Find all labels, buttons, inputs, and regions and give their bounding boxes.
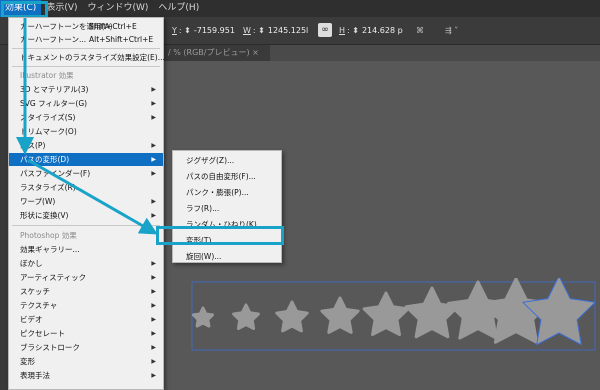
- transform-icon[interactable]: ⌘: [416, 26, 424, 35]
- menu-effect[interactable]: 効果(C): [0, 0, 42, 17]
- menu-item-pixelate[interactable]: ピクセレート ▶: [9, 327, 163, 340]
- chevron-right-icon: ▶: [151, 302, 156, 309]
- menu-item-apply-last-effect[interactable]: カーハーフトーンを適用(A) Shift+Ctrl+E: [9, 20, 163, 33]
- menu-item-convert-to-shape[interactable]: 形状に変換(V) ▶: [9, 209, 163, 222]
- stepper-icon[interactable]: ⬍: [184, 26, 191, 35]
- menu-bar: 効果(C) 表示(V) ウィンドウ(W) ヘルプ(H): [0, 0, 600, 17]
- chevron-right-icon: ▶: [151, 100, 156, 107]
- photoshop-effects-header: Photoshop 効果: [20, 231, 77, 240]
- chevron-right-icon: ▶: [151, 114, 156, 121]
- menu-item-distort-transform[interactable]: パスの変形(D) ▶: [9, 153, 163, 166]
- menu-item-effect-gallery[interactable]: 効果ギャラリー...: [9, 243, 163, 256]
- menu-item-blur[interactable]: ぼかし ▶: [9, 257, 163, 270]
- menu-help[interactable]: ヘルプ(H): [153, 0, 204, 17]
- chevron-right-icon: ▶: [151, 372, 156, 379]
- star-shape[interactable]: [232, 303, 260, 330]
- width-field[interactable]: W: ⬍ 1245.125l: [243, 26, 308, 35]
- effect-menu: カーハーフトーンを適用(A) Shift+Ctrl+E カーハーフトーン... Al…: [8, 17, 165, 390]
- star-shape[interactable]: [320, 296, 360, 334]
- star-shape[interactable]: [404, 286, 460, 339]
- star-shape[interactable]: [192, 306, 214, 328]
- chevron-right-icon: ▶: [151, 344, 156, 351]
- chevron-right-icon: ▶: [151, 288, 156, 295]
- height-field[interactable]: H: ⬍ 214.628 p: [339, 26, 403, 35]
- menu-view[interactable]: 表示(V): [41, 0, 82, 17]
- document-tab[interactable]: / % (RGB/プレビュー) ×: [160, 45, 270, 61]
- stepper-icon[interactable]: ⬍: [352, 26, 359, 35]
- toolbar-strip: [0, 45, 8, 390]
- chevron-right-icon: ▶: [151, 316, 156, 323]
- submenu-item-free-distort[interactable]: パスの自由変形(F)...: [173, 169, 281, 185]
- menu-separator: [12, 48, 160, 49]
- star-shape[interactable]: [275, 300, 309, 333]
- stepper-icon[interactable]: ⬍: [258, 26, 265, 35]
- stars-artwork[interactable]: [190, 278, 600, 358]
- chevron-right-icon: ▶: [151, 330, 156, 337]
- y-coordinate-field[interactable]: Y: ⬍ -7159.951: [172, 26, 235, 35]
- menu-item-artistic[interactable]: アーティスティック ▶: [9, 271, 163, 284]
- constrain-proportions-link-icon[interactable]: ∞: [318, 23, 332, 37]
- menu-item-distort[interactable]: 変形 ▶: [9, 355, 163, 368]
- chevron-right-icon: ▶: [151, 274, 156, 281]
- menu-item-stylize[interactable]: スタイライズ(S) ▶: [9, 111, 163, 124]
- chevron-right-icon: ▶: [151, 358, 156, 365]
- menu-item-last-effect[interactable]: カーハーフトーン... Alt+Shift+Ctrl+E: [9, 33, 163, 46]
- menu-item-brush-strokes[interactable]: ブラシストローク ▶: [9, 341, 163, 354]
- submenu-item-roughen[interactable]: ラフ(R)...: [173, 201, 281, 217]
- submenu-item-transform[interactable]: 変形(T)...: [173, 233, 281, 249]
- submenu-item-zigzag[interactable]: ジグザグ(Z)...: [173, 153, 281, 169]
- menu-item-trim-marks[interactable]: トリムマーク(O): [9, 125, 163, 138]
- menu-item-rasterize[interactable]: ラスタライズ(R)...: [9, 181, 163, 194]
- menu-item-texture[interactable]: テクスチャ ▶: [9, 299, 163, 312]
- align-icon[interactable]: ⇶ ˅: [445, 26, 458, 35]
- illustrator-effects-header: Illustrator 効果: [20, 71, 74, 80]
- submenu-item-pucker-bloat[interactable]: パンク・膨張(P)...: [173, 185, 281, 201]
- submenu-item-twist[interactable]: 旋回(W)...: [173, 249, 281, 265]
- star-shape[interactable]: [362, 291, 410, 337]
- menu-item-svg-filter[interactable]: SVG フィルター(G) ▶: [9, 97, 163, 110]
- menu-item-path[interactable]: パス(P) ▶: [9, 139, 163, 152]
- menu-item-video[interactable]: ビデオ ▶: [9, 313, 163, 326]
- submenu-item-tweak[interactable]: ランダム・ひねり(K)...: [173, 217, 281, 233]
- menu-item-3d-material[interactable]: 3D とマテリアル(3) ▶: [9, 83, 163, 96]
- chevron-right-icon: ▶: [151, 142, 156, 149]
- distort-transform-submenu: ジグザグ(Z)... パスの自由変形(F)... パンク・膨張(P)... ラフ…: [172, 150, 282, 263]
- menu-item-sketch[interactable]: スケッチ ▶: [9, 285, 163, 298]
- menu-separator: [12, 66, 160, 67]
- menu-window[interactable]: ウィンドウ(W): [83, 0, 154, 17]
- chevron-right-icon: ▶: [151, 212, 156, 219]
- chevron-right-icon: ▶: [151, 198, 156, 205]
- chevron-right-icon: ▶: [151, 86, 156, 93]
- menu-item-warp[interactable]: ワープ(W) ▶: [9, 195, 163, 208]
- menu-separator: [12, 225, 160, 226]
- menu-item-stylize-ps[interactable]: 表現手法 ▶: [9, 369, 163, 382]
- menu-item-raster-settings[interactable]: ドキュメントのラスタライズ効果設定(E)...: [9, 51, 165, 64]
- chevron-right-icon: ▶: [151, 170, 156, 177]
- menu-item-pathfinder[interactable]: パスファインダー(F) ▶: [9, 167, 163, 180]
- chevron-right-icon: ▶: [151, 260, 156, 267]
- chevron-right-icon: ▶: [151, 156, 156, 163]
